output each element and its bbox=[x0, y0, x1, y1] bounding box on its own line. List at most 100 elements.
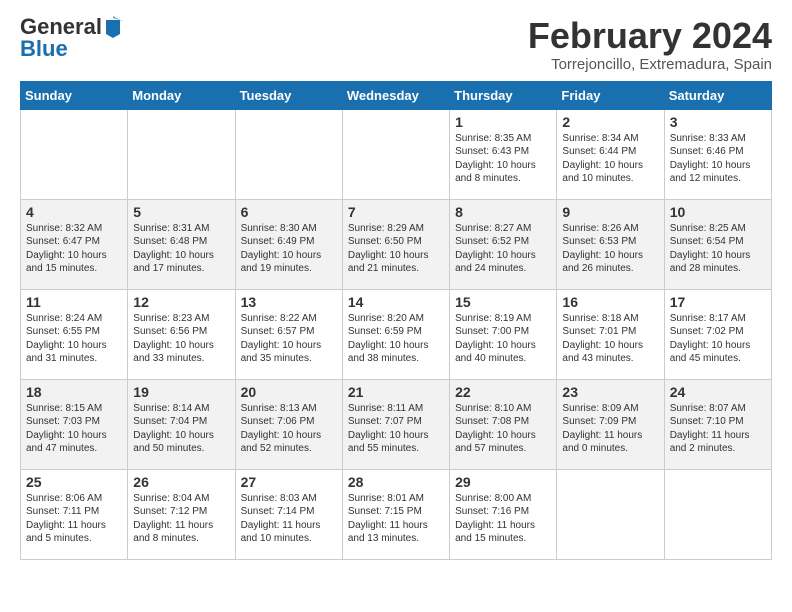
calendar-cell: 2 Sunrise: 8:34 AM Sunset: 6:44 PM Daylig… bbox=[557, 109, 664, 199]
calendar-cell: 8 Sunrise: 8:27 AM Sunset: 6:52 PM Daylig… bbox=[450, 199, 557, 289]
day-number: 28 bbox=[348, 474, 444, 490]
calendar-cell: 20 Sunrise: 8:13 AM Sunset: 7:06 PM Dayli… bbox=[235, 379, 342, 469]
day-info: Sunrise: 8:09 AM Sunset: 7:09 PM Dayligh… bbox=[562, 402, 658, 456]
col-header-wednesday: Wednesday bbox=[342, 81, 449, 109]
logo-general: General bbox=[20, 16, 102, 38]
day-number: 25 bbox=[26, 474, 122, 490]
calendar-cell: 19Sunrise: 8:14 AM Sunset: 7:04 PM Dayli… bbox=[128, 379, 235, 469]
day-number: 17 bbox=[670, 294, 766, 310]
calendar-cell bbox=[128, 109, 235, 199]
day-info: Sunrise: 8:15 AM Sunset: 7:03 PM Dayligh… bbox=[26, 402, 122, 456]
day-number: 5 bbox=[133, 204, 229, 220]
col-header-thursday: Thursday bbox=[450, 81, 557, 109]
calendar-cell: 10 Sunrise: 8:25 AM Sunset: 6:54 PM Dayli… bbox=[664, 199, 771, 289]
day-info: Sunrise: 8:33 AM Sunset: 6:46 PM Dayligh… bbox=[670, 132, 766, 186]
day-number: 18 bbox=[26, 384, 122, 400]
day-number: 19 bbox=[133, 384, 229, 400]
day-number: 10 bbox=[670, 204, 766, 220]
calendar-cell: 26 Sunrise: 8:04 AM Sunset: 7:12 PM Dayli… bbox=[128, 469, 235, 559]
day-info: Sunrise: 8:25 AM Sunset: 6:54 PM Dayligh… bbox=[670, 222, 766, 276]
day-number: 1 bbox=[455, 114, 551, 130]
calendar-cell bbox=[21, 109, 128, 199]
col-header-saturday: Saturday bbox=[664, 81, 771, 109]
day-number: 7 bbox=[348, 204, 444, 220]
col-header-tuesday: Tuesday bbox=[235, 81, 342, 109]
calendar-cell: 3 Sunrise: 8:33 AM Sunset: 6:46 PM Daylig… bbox=[664, 109, 771, 199]
day-number: 8 bbox=[455, 204, 551, 220]
calendar-cell: 4 Sunrise: 8:32 AM Sunset: 6:47 PM Daylig… bbox=[21, 199, 128, 289]
day-number: 4 bbox=[26, 204, 122, 220]
day-number: 16 bbox=[562, 294, 658, 310]
day-info: Sunrise: 8:27 AM Sunset: 6:52 PM Dayligh… bbox=[455, 222, 551, 276]
calendar-cell bbox=[557, 469, 664, 559]
day-number: 22 bbox=[455, 384, 551, 400]
calendar-cell: 21Sunrise: 8:11 AM Sunset: 7:07 PM Dayli… bbox=[342, 379, 449, 469]
calendar-cell: 17 Sunrise: 8:17 AM Sunset: 7:02 PM Dayli… bbox=[664, 289, 771, 379]
day-number: 2 bbox=[562, 114, 658, 130]
calendar-cell: 29 Sunrise: 8:00 AM Sunset: 7:16 PM Dayli… bbox=[450, 469, 557, 559]
calendar-cell bbox=[235, 109, 342, 199]
day-info: Sunrise: 8:32 AM Sunset: 6:47 PM Dayligh… bbox=[26, 222, 122, 276]
day-info: Sunrise: 8:30 AM Sunset: 6:49 PM Dayligh… bbox=[241, 222, 337, 276]
day-number: 14 bbox=[348, 294, 444, 310]
day-number: 24 bbox=[670, 384, 766, 400]
col-header-monday: Monday bbox=[128, 81, 235, 109]
day-info: Sunrise: 8:18 AM Sunset: 7:01 PM Dayligh… bbox=[562, 312, 658, 366]
day-info: Sunrise: 8:03 AM Sunset: 7:14 PM Dayligh… bbox=[241, 492, 337, 546]
day-info: Sunrise: 8:17 AM Sunset: 7:02 PM Dayligh… bbox=[670, 312, 766, 366]
calendar-cell: 14 Sunrise: 8:20 AM Sunset: 6:59 PM Dayli… bbox=[342, 289, 449, 379]
day-number: 29 bbox=[455, 474, 551, 490]
day-info: Sunrise: 8:01 AM Sunset: 7:15 PM Dayligh… bbox=[348, 492, 444, 546]
day-info: Sunrise: 8:34 AM Sunset: 6:44 PM Dayligh… bbox=[562, 132, 658, 186]
day-number: 11 bbox=[26, 294, 122, 310]
day-number: 3 bbox=[670, 114, 766, 130]
calendar-cell: 6 Sunrise: 8:30 AM Sunset: 6:49 PM Daylig… bbox=[235, 199, 342, 289]
calendar-table: SundayMondayTuesdayWednesdayThursdayFrid… bbox=[20, 81, 772, 560]
calendar-cell bbox=[664, 469, 771, 559]
day-number: 9 bbox=[562, 204, 658, 220]
day-number: 26 bbox=[133, 474, 229, 490]
logo-blue: Blue bbox=[20, 38, 68, 60]
day-number: 27 bbox=[241, 474, 337, 490]
calendar-title: February 2024 bbox=[528, 16, 772, 56]
day-info: Sunrise: 8:35 AM Sunset: 6:43 PM Dayligh… bbox=[455, 132, 551, 186]
calendar-cell: 7Sunrise: 8:29 AM Sunset: 6:50 PM Daylig… bbox=[342, 199, 449, 289]
day-info: Sunrise: 8:22 AM Sunset: 6:57 PM Dayligh… bbox=[241, 312, 337, 366]
calendar-cell: 25 Sunrise: 8:06 AM Sunset: 7:11 PM Dayli… bbox=[21, 469, 128, 559]
calendar-cell: 22 Sunrise: 8:10 AM Sunset: 7:08 PM Dayli… bbox=[450, 379, 557, 469]
calendar-cell: 13 Sunrise: 8:22 AM Sunset: 6:57 PM Dayli… bbox=[235, 289, 342, 379]
day-info: Sunrise: 8:11 AM Sunset: 7:07 PM Dayligh… bbox=[348, 402, 444, 456]
calendar-cell: 5 Sunrise: 8:31 AM Sunset: 6:48 PM Daylig… bbox=[128, 199, 235, 289]
col-header-friday: Friday bbox=[557, 81, 664, 109]
calendar-cell: 23 Sunrise: 8:09 AM Sunset: 7:09 PM Dayli… bbox=[557, 379, 664, 469]
day-info: Sunrise: 8:31 AM Sunset: 6:48 PM Dayligh… bbox=[133, 222, 229, 276]
day-number: 20 bbox=[241, 384, 337, 400]
day-number: 6 bbox=[241, 204, 337, 220]
calendar-subtitle: Torrejoncillo, Extremadura, Spain bbox=[528, 56, 772, 73]
calendar-cell: 27 Sunrise: 8:03 AM Sunset: 7:14 PM Dayli… bbox=[235, 469, 342, 559]
day-info: Sunrise: 8:19 AM Sunset: 7:00 PM Dayligh… bbox=[455, 312, 551, 366]
calendar-cell: 16 Sunrise: 8:18 AM Sunset: 7:01 PM Dayli… bbox=[557, 289, 664, 379]
day-info: Sunrise: 8:00 AM Sunset: 7:16 PM Dayligh… bbox=[455, 492, 551, 546]
calendar-cell: 12Sunrise: 8:23 AM Sunset: 6:56 PM Dayli… bbox=[128, 289, 235, 379]
logo-icon bbox=[104, 16, 122, 38]
title-area: February 2024 Torrejoncillo, Extremadura… bbox=[528, 16, 772, 73]
calendar-cell: 1 Sunrise: 8:35 AM Sunset: 6:43 PM Daylig… bbox=[450, 109, 557, 199]
day-info: Sunrise: 8:04 AM Sunset: 7:12 PM Dayligh… bbox=[133, 492, 229, 546]
calendar-cell: 18 Sunrise: 8:15 AM Sunset: 7:03 PM Dayli… bbox=[21, 379, 128, 469]
page-header: General Blue February 2024 Torrejoncillo… bbox=[20, 16, 772, 73]
day-info: Sunrise: 8:20 AM Sunset: 6:59 PM Dayligh… bbox=[348, 312, 444, 366]
calendar-cell: 11 Sunrise: 8:24 AM Sunset: 6:55 PM Dayli… bbox=[21, 289, 128, 379]
day-number: 23 bbox=[562, 384, 658, 400]
day-info: Sunrise: 8:10 AM Sunset: 7:08 PM Dayligh… bbox=[455, 402, 551, 456]
calendar-cell: 15Sunrise: 8:19 AM Sunset: 7:00 PM Dayli… bbox=[450, 289, 557, 379]
day-info: Sunrise: 8:07 AM Sunset: 7:10 PM Dayligh… bbox=[670, 402, 766, 456]
calendar-cell: 24 Sunrise: 8:07 AM Sunset: 7:10 PM Dayli… bbox=[664, 379, 771, 469]
day-number: 13 bbox=[241, 294, 337, 310]
day-info: Sunrise: 8:26 AM Sunset: 6:53 PM Dayligh… bbox=[562, 222, 658, 276]
day-info: Sunrise: 8:13 AM Sunset: 7:06 PM Dayligh… bbox=[241, 402, 337, 456]
day-info: Sunrise: 8:06 AM Sunset: 7:11 PM Dayligh… bbox=[26, 492, 122, 546]
day-info: Sunrise: 8:24 AM Sunset: 6:55 PM Dayligh… bbox=[26, 312, 122, 366]
col-header-sunday: Sunday bbox=[21, 81, 128, 109]
calendar-cell: 28 Sunrise: 8:01 AM Sunset: 7:15 PM Dayli… bbox=[342, 469, 449, 559]
